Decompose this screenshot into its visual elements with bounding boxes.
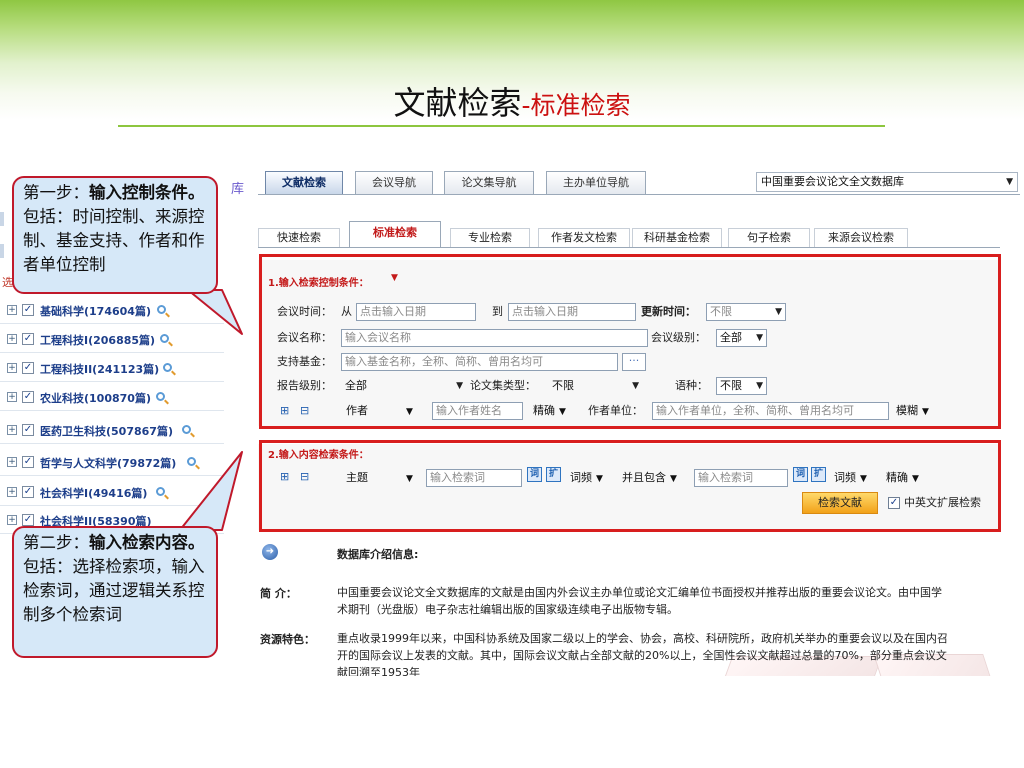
sidebar-edge-mark — [0, 244, 4, 258]
expand-icon[interactable]: + — [7, 457, 17, 467]
expand-icon[interactable]: + — [7, 305, 17, 315]
tab-source-search[interactable]: 来源会议检索 — [814, 228, 908, 248]
feature-line: 重点收录1999年以来，中国科协系统及国家二级以上的学会、协会，高校、科研院所，… — [337, 632, 948, 645]
slide: 文献检索-标准检索 选 + ✓ 基础科学(174604篇) + ✓ 工程科技I(… — [0, 0, 1024, 768]
expand-icon[interactable]: + — [7, 425, 17, 435]
tab-document-search[interactable]: 文献检索 — [265, 171, 343, 194]
category-checkbox[interactable]: ✓ — [22, 514, 34, 526]
tab-fund-search[interactable]: 科研基金检索 — [632, 228, 722, 248]
intro-label: 简 介： — [260, 587, 297, 600]
feature-label: 资源特色： — [260, 633, 315, 646]
sidebar-item-label[interactable]: 工程科技II(241123篇) — [40, 361, 159, 377]
info-heading: 数据库介绍信息: — [337, 548, 419, 561]
callout-step1-text: 包括：时间控制、来源控制、基金支持、作者和作者单位控制 — [23, 207, 205, 274]
tab-author-search[interactable]: 作者发文检索 — [538, 228, 630, 248]
magnifier-icon[interactable] — [187, 457, 196, 466]
title-sub: -标准检索 — [521, 91, 631, 120]
callout-step1: 第一步：输入控制条件。包括：时间控制、来源控制、基金支持、作者和作者单位控制 — [12, 176, 218, 294]
tab-professional-search[interactable]: 专业检索 — [450, 228, 530, 248]
expand-icon[interactable]: + — [7, 392, 17, 402]
database-select-value: 中国重要会议论文全文数据库 — [761, 175, 904, 188]
search-tabs-divider — [258, 247, 1000, 248]
sidebar-item[interactable]: + ✓ 工程科技II(241123篇) — [0, 356, 224, 382]
database-select[interactable]: 中国重要会议论文全文数据库 ▼ — [756, 172, 1018, 192]
feature-line: 开的国际会议上发表的文献。其中，国际会议文献占全部文献的20%以上，全国性会议文… — [337, 649, 947, 662]
tab-organizer-nav[interactable]: 主办单位导航 — [546, 171, 646, 194]
sidebar-item-label[interactable]: 医药卫生科技(507867篇) — [40, 423, 173, 439]
highlight-content-box — [259, 440, 1001, 532]
intro-text: 中国重要会议论文全文数据库的文献是由国内外会议主办单位或论文汇编单位书面授权并推… — [337, 584, 1017, 618]
tab-quick-search[interactable]: 快速检索 — [258, 228, 340, 248]
sidebar-item-label[interactable]: 农业科技(100870篇) — [40, 390, 151, 406]
callout-step2-text: 包括：选择检索项，输入检索词，通过逻辑关系控制多个检索词 — [23, 557, 205, 624]
tab-meeting-nav[interactable]: 会议导航 — [355, 171, 433, 194]
feature-line: 献回溯至1953年 — [337, 666, 420, 676]
category-checkbox[interactable]: ✓ — [22, 304, 34, 316]
category-checkbox[interactable]: ✓ — [22, 333, 34, 345]
intro-line: 中国重要会议论文全文数据库的文献是由国内外会议主办单位或论文汇编单位书面授权并推… — [337, 586, 942, 599]
tab-collection-nav[interactable]: 论文集导航 — [444, 171, 534, 194]
category-checkbox[interactable]: ✓ — [22, 486, 34, 498]
callout-step1-bold: 输入控制条件。 — [89, 183, 205, 202]
sidebar-item-label[interactable]: 基础科学(174604篇) — [40, 303, 151, 319]
feature-text: 重点收录1999年以来，中国科协系统及国家二级以上的学会、协会，高校、科研院所，… — [337, 630, 1017, 676]
tab-sentence-search[interactable]: 句子检索 — [728, 228, 810, 248]
page-title: 文献检索-标准检索 — [0, 78, 1024, 124]
sidebar-edge-mark — [0, 212, 4, 226]
intro-line: 术期刊（光盘版）电子杂志社编辑出版的国家级连续电子出版物专辑。 — [337, 603, 678, 616]
magnifier-icon[interactable] — [160, 334, 169, 343]
tab-standard-search[interactable]: 标准检索 — [349, 221, 441, 248]
sidebar-item-label[interactable]: 哲学与人文科学(79872篇) — [40, 455, 176, 471]
expand-icon[interactable]: + — [7, 487, 17, 497]
highlight-control-box — [259, 254, 1001, 429]
magnifier-icon[interactable] — [156, 392, 165, 401]
callout-step1-prefix: 第一步： — [23, 183, 89, 202]
sidebar-item[interactable]: + ✓ 医药卫生科技(507867篇) — [0, 418, 224, 444]
sidebar-item[interactable]: + ✓ 工程科技I(206885篇) — [0, 327, 224, 353]
callout-step2: 第二步：输入检索内容。包括：选择检索项，输入检索词，通过逻辑关系控制多个检索词 — [12, 526, 218, 658]
title-main: 文献检索 — [393, 84, 522, 122]
magnifier-icon[interactable] — [163, 363, 172, 372]
category-checkbox[interactable]: ✓ — [22, 362, 34, 374]
category-checkbox[interactable]: ✓ — [22, 424, 34, 436]
expand-icon[interactable]: + — [7, 515, 17, 525]
callout-step2-bold: 输入检索内容。 — [89, 533, 205, 552]
sidebar-item-label[interactable]: 工程科技I(206885篇) — [40, 332, 155, 348]
callout-step2-prefix: 第二步： — [23, 533, 89, 552]
nav-divider — [258, 194, 1020, 195]
sidebar-item[interactable]: + ✓ 农业科技(100870篇) — [0, 385, 224, 411]
category-checkbox[interactable]: ✓ — [22, 391, 34, 403]
sidebar-item[interactable]: + ✓ 社会科学I(49416篇) — [0, 480, 224, 506]
chevron-down-icon: ▼ — [1006, 177, 1013, 187]
expand-icon[interactable]: + — [7, 363, 17, 373]
magnifier-icon[interactable] — [156, 487, 165, 496]
sidebar-item[interactable]: + ✓ 基础科学(174604篇) — [0, 298, 224, 324]
sidebar-fragment: 库 — [231, 182, 245, 197]
category-checkbox[interactable]: ✓ — [22, 456, 34, 468]
header-band — [0, 0, 1024, 150]
expand-icon[interactable]: + — [7, 334, 17, 344]
sidebar-item[interactable]: + ✓ 哲学与人文科学(79872篇) — [0, 450, 224, 476]
info-icon: ➜ — [262, 544, 278, 560]
magnifier-icon[interactable] — [182, 425, 191, 434]
magnifier-icon[interactable] — [157, 305, 166, 314]
title-rule — [118, 125, 885, 127]
sidebar-item-label[interactable]: 社会科学I(49416篇) — [40, 485, 147, 501]
